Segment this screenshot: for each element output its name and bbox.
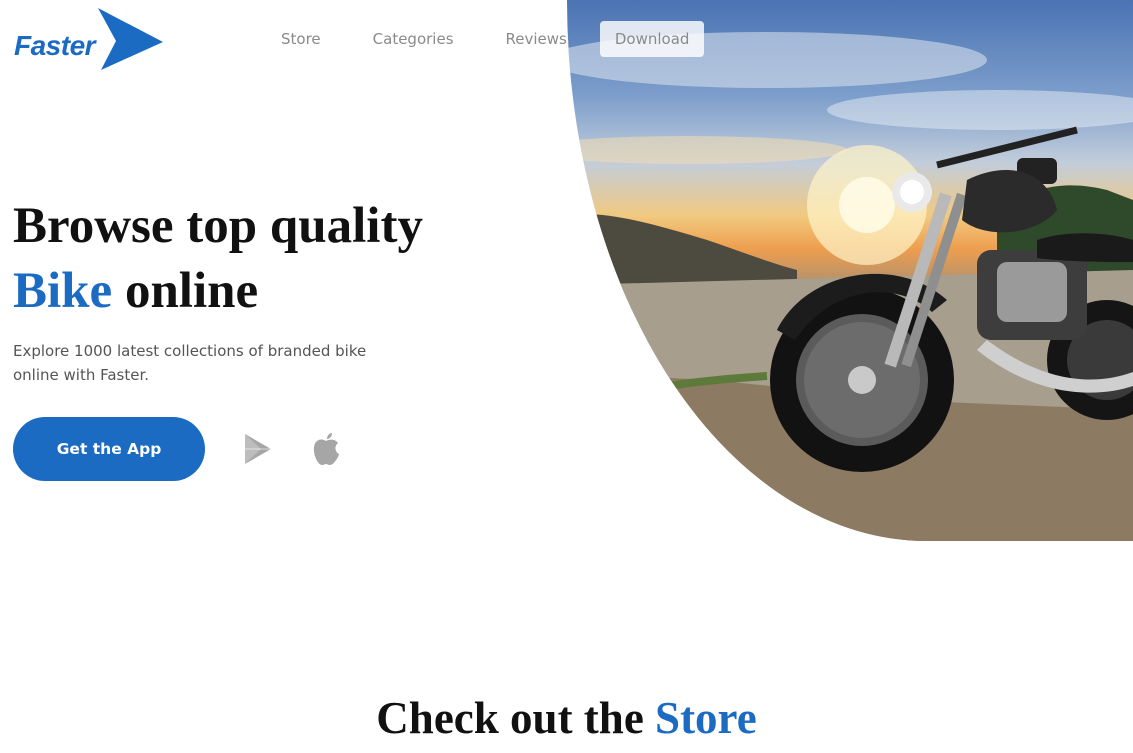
headline-accent: Bike [13,263,113,319]
nav-download[interactable]: Download [599,21,705,57]
get-the-app-button[interactable]: Get the App [13,417,205,481]
store-section-title: Check out the Store [0,690,1133,746]
nav-reviews[interactable]: Reviews [487,21,586,57]
hero-headline: Browse top quality Bike online [13,194,423,324]
main-nav: Store Categories Reviews Download [262,21,705,57]
nav-store[interactable]: Store [262,21,340,57]
hero-motorcycle-image [567,0,1133,541]
store-title-prefix: Check out the [376,693,656,743]
motorcycle-illustration [567,32,1133,541]
arrow-logo-icon [98,8,163,70]
headline-line2: online [112,263,259,319]
hero-description: Explore 1000 latest collections of brand… [13,342,367,384]
apple-icon[interactable] [312,432,340,466]
nav-categories[interactable]: Categories [354,21,473,57]
brand-logo[interactable]: Faster [13,8,168,72]
headline-line1: Browse top quality [13,198,423,254]
google-play-icon[interactable] [243,433,273,465]
store-title-accent: Store [655,693,757,743]
brand-name: Faster [14,30,96,61]
